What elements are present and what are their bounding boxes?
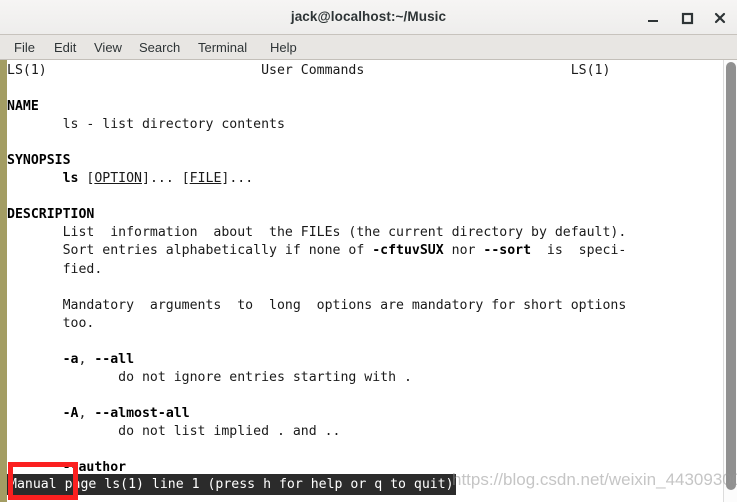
- less-status-bar: Manual page ls(1) line 1 (press h for he…: [7, 474, 456, 495]
- menu-item-edit[interactable]: Edit: [50, 35, 80, 60]
- vertical-scrollbar[interactable]: [723, 60, 737, 502]
- menu-item-file[interactable]: File: [10, 35, 39, 60]
- terminal-area[interactable]: LS(1) User Commands LS(1) NAME ls - list…: [0, 60, 737, 502]
- maximize-icon: [676, 11, 698, 25]
- menu-item-view[interactable]: View: [90, 35, 126, 60]
- terminal-viewport[interactable]: LS(1) User Commands LS(1) NAME ls - list…: [7, 60, 716, 502]
- scrollbar-thumb[interactable]: [726, 62, 736, 490]
- terminal-window: jack@localhost:~/Music File Edit View Se…: [0, 0, 737, 502]
- window-title: jack@localhost:~/Music: [290, 9, 447, 24]
- minimize-button[interactable]: [642, 7, 664, 28]
- close-button[interactable]: [709, 7, 731, 28]
- maximize-button[interactable]: [676, 7, 698, 28]
- man-page-content: LS(1) User Commands LS(1) NAME ls - list…: [7, 63, 627, 476]
- menu-item-help[interactable]: Help: [266, 35, 301, 60]
- menu-item-search[interactable]: Search: [135, 35, 184, 60]
- terminal-left-border: [0, 60, 7, 502]
- window-titlebar[interactable]: jack@localhost:~/Music: [0, 0, 737, 35]
- menu-item-terminal[interactable]: Terminal: [194, 35, 251, 60]
- minimize-icon: [642, 11, 664, 25]
- menu-bar: File Edit View Search Terminal Help: [0, 35, 737, 60]
- close-icon: [709, 11, 731, 25]
